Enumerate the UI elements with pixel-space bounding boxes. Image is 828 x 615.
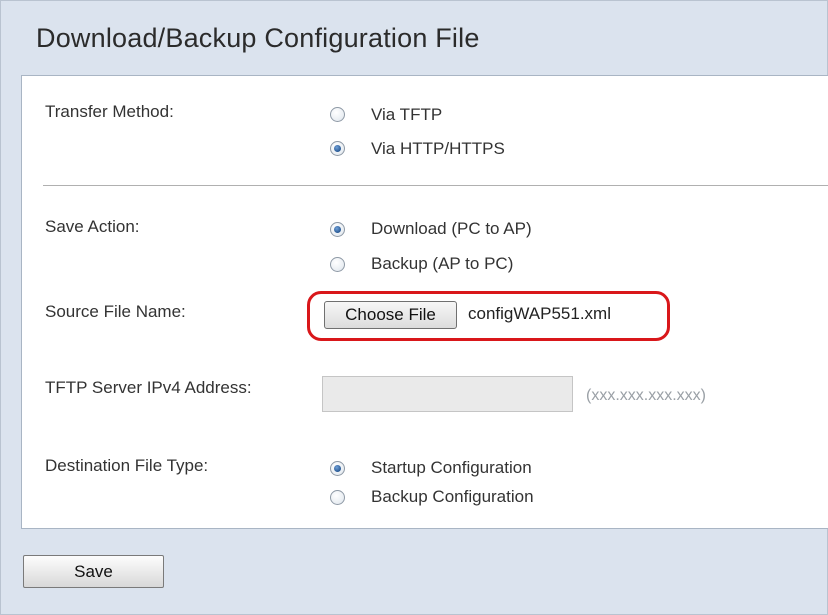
backup-configuration-label: Backup Configuration — [371, 487, 534, 506]
radio-backup-ap-to-pc[interactable] — [330, 257, 345, 272]
page-frame: Download/Backup Configuration File Trans… — [0, 0, 828, 615]
radio-backup-configuration[interactable] — [330, 490, 345, 505]
section-divider — [43, 185, 828, 186]
startup-configuration-label: Startup Configuration — [371, 458, 532, 477]
save-button[interactable]: Save — [23, 555, 164, 588]
source-file-name-label: Source File Name: — [45, 302, 186, 321]
choose-file-button[interactable]: Choose File — [324, 301, 457, 329]
tftp-server-label: TFTP Server IPv4 Address: — [45, 378, 252, 397]
radio-via-tftp[interactable] — [330, 107, 345, 122]
save-action-label: Save Action: — [45, 217, 140, 236]
download-pc-to-ap-label: Download (PC to AP) — [371, 219, 532, 238]
via-tftp-label: Via TFTP — [371, 105, 443, 124]
tftp-server-ip-input[interactable] — [322, 376, 573, 412]
via-http-https-label: Via HTTP/HTTPS — [371, 139, 505, 158]
ip-format-hint: (xxx.xxx.xxx.xxx) — [586, 387, 706, 404]
radio-startup-configuration[interactable] — [330, 461, 345, 476]
transfer-method-label: Transfer Method: — [45, 102, 174, 121]
destination-file-type-label: Destination File Type: — [45, 456, 209, 475]
backup-ap-to-pc-label: Backup (AP to PC) — [371, 254, 514, 273]
radio-download-pc-to-ap[interactable] — [330, 222, 345, 237]
page-title: Download/Backup Configuration File — [36, 23, 480, 53]
selected-file-name: configWAP551.xml — [468, 304, 611, 323]
radio-via-http-https[interactable] — [330, 141, 345, 156]
